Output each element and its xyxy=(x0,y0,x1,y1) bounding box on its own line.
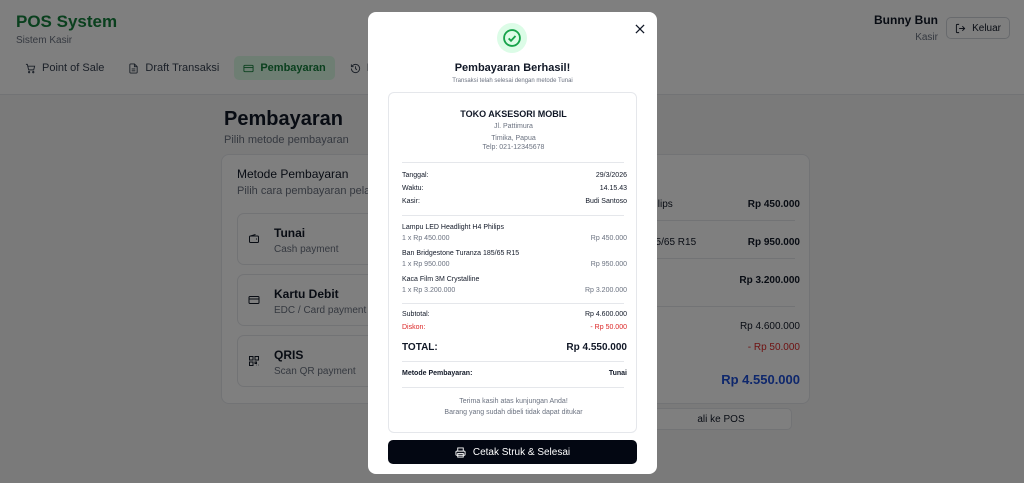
receipt-subtotal: Subtotal: Rp 4.600.000 xyxy=(402,311,627,318)
receipt-cashier: Kasir: Budi Santoso xyxy=(402,198,627,205)
receipt-time: Waktu: 14.15.43 xyxy=(402,185,627,192)
receipt-item-name: Kaca Film 3M Crystalline xyxy=(402,276,480,283)
receipt-divider xyxy=(402,387,624,388)
receipt-return-policy: Barang yang sudah dibeli tidak dapat dit… xyxy=(444,409,583,416)
receipt-item-detail: 1 x Rp 950.000 Rp 950.000 xyxy=(402,261,627,268)
receipt-item-detail: 1 x Rp 3.200.000 Rp 3.200.000 xyxy=(402,287,627,294)
receipt-date: Tanggal: 29/3/2026 xyxy=(402,172,627,179)
item-total: Rp 450.000 xyxy=(590,235,627,242)
receipt-item-name: Ban Bridgestone Turanza 185/65 R15 xyxy=(402,250,520,257)
item-total: Rp 950.000 xyxy=(590,261,627,268)
time-label: Waktu: xyxy=(402,185,424,192)
receipt-divider xyxy=(402,303,624,304)
total-value: Rp 4.550.000 xyxy=(566,342,627,353)
store-name: TOKO AKSESORI MOBIL xyxy=(460,109,567,119)
store-phone: Telp: 021-12345678 xyxy=(482,144,545,151)
dialog-title: Pembayaran Berhasil! xyxy=(454,62,571,74)
discount-label: Diskon: xyxy=(402,324,426,331)
item-qty-price: 1 x Rp 450.000 xyxy=(402,235,450,242)
date-label: Tanggal: xyxy=(402,172,429,179)
cashier-label: Kasir: xyxy=(402,198,420,205)
print-receipt-button[interactable]: Cetak Struk & Selesai xyxy=(388,440,637,464)
receipt-divider xyxy=(402,361,624,362)
close-icon[interactable] xyxy=(633,22,647,36)
method-label: Metode Pembayaran: xyxy=(402,370,473,377)
method-value: Tunai xyxy=(608,370,627,377)
receipt-item-detail: 1 x Rp 450.000 Rp 450.000 xyxy=(402,235,627,242)
receipt-thanks: Terima kasih atas kunjungan Anda! xyxy=(459,398,568,405)
receipt-discount: Diskon: - Rp 50.000 xyxy=(402,324,627,331)
receipt-item-name: Lampu LED Headlight H4 Philips xyxy=(402,224,504,231)
store-address-2: Timika, Papua xyxy=(491,135,536,142)
receipt-payment-method: Metode Pembayaran: Tunai xyxy=(402,370,627,377)
print-receipt-label: Cetak Struk & Selesai xyxy=(472,446,571,458)
payment-success-dialog: Pembayaran Berhasil! Transaksi telah sel… xyxy=(368,12,657,474)
item-total: Rp 3.200.000 xyxy=(584,287,627,294)
success-badge xyxy=(497,23,527,53)
date-value: 29/3/2026 xyxy=(595,172,627,179)
check-circle-icon xyxy=(503,29,521,47)
subtotal-value: Rp 4.600.000 xyxy=(584,311,627,318)
dialog-subtitle: Transaksi telah selesai dengan metode Tu… xyxy=(452,78,573,84)
cashier-value: Budi Santoso xyxy=(585,198,627,205)
time-value: 14.15.43 xyxy=(599,185,627,192)
receipt-divider xyxy=(402,162,624,163)
printer-icon xyxy=(455,446,466,458)
total-label: TOTAL: xyxy=(402,342,438,353)
item-qty-price: 1 x Rp 950.000 xyxy=(402,261,450,268)
store-address-1: Jl. Pattimura xyxy=(494,123,533,130)
item-qty-price: 1 x Rp 3.200.000 xyxy=(402,287,456,294)
receipt-divider xyxy=(402,215,624,216)
subtotal-label: Subtotal: xyxy=(402,311,430,318)
receipt: TOKO AKSESORI MOBIL Jl. Pattimura Timika… xyxy=(388,92,637,433)
discount-value: - Rp 50.000 xyxy=(590,324,627,331)
receipt-total: TOTAL: Rp 4.550.000 xyxy=(402,342,627,353)
